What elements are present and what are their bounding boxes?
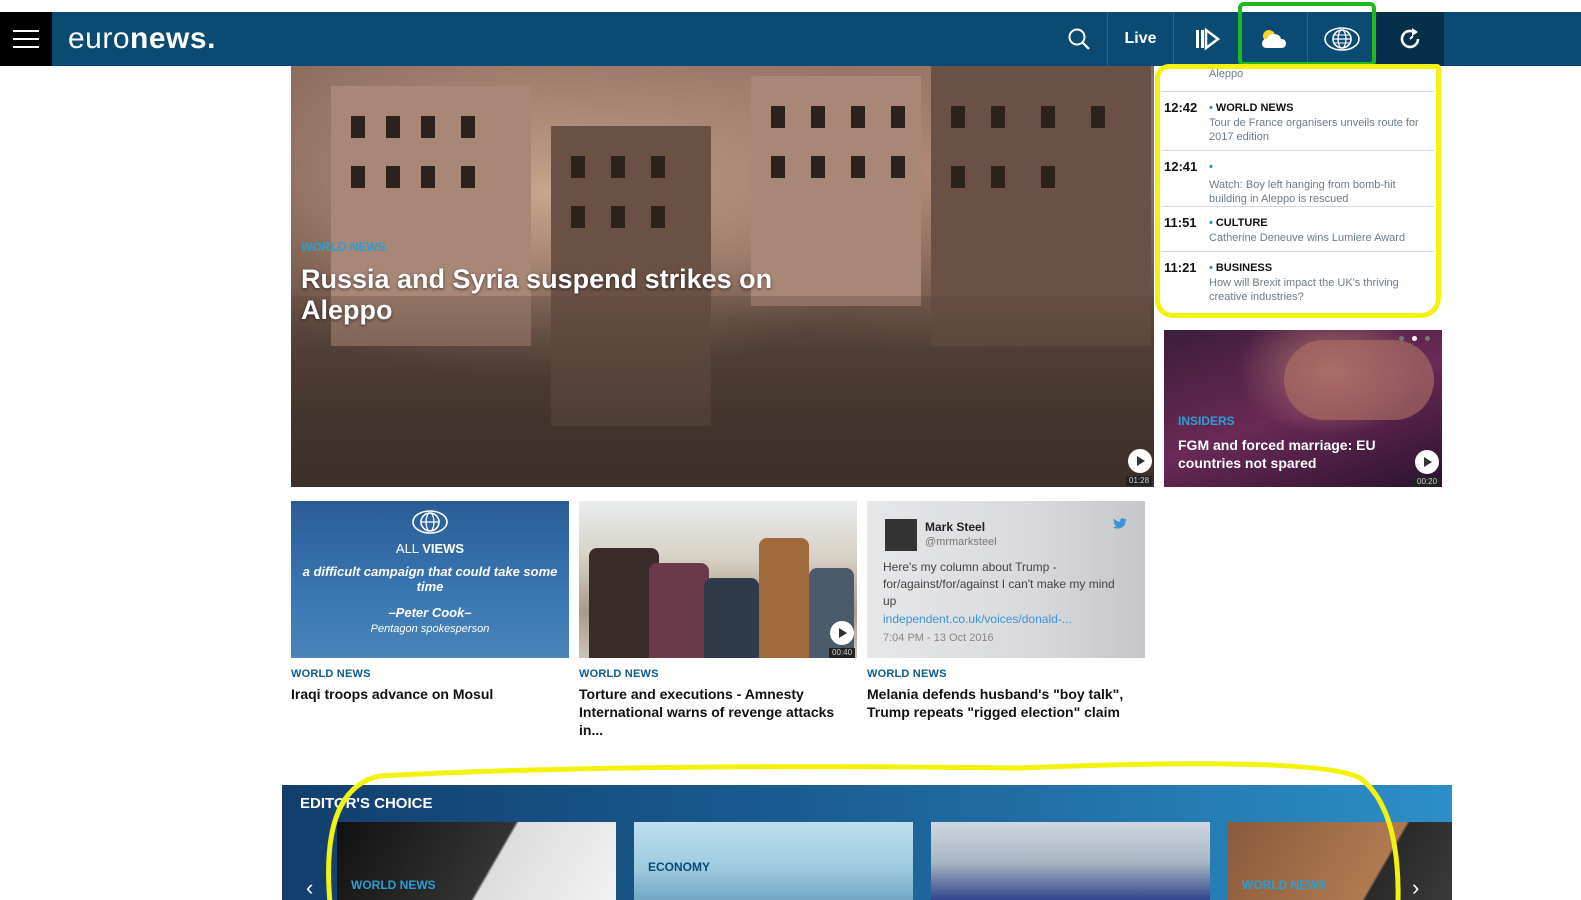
live-button[interactable]: Live xyxy=(1108,12,1174,66)
latest-item[interactable]: 12:41 Watch: Boy left hanging from bomb-… xyxy=(1162,150,1434,206)
editors-choice-section: EDITOR'S CHOICE WORLD NEWS ECONOMY WORLD… xyxy=(282,785,1452,900)
latest-item-time: 12:41 xyxy=(1164,159,1198,174)
refugee-photo-card[interactable]: 00:40 xyxy=(579,501,857,658)
hero-headline[interactable]: Russia and Syria suspend strikes on Alep… xyxy=(301,264,861,326)
feed-button[interactable] xyxy=(1174,12,1240,66)
latest-item-time: 11:51 xyxy=(1164,215,1197,230)
all-views-role: Pentagon spokesperson xyxy=(370,623,490,635)
latest-item-text: Catherine Deneuve wins Lumiere Award xyxy=(1209,232,1406,244)
story-caption[interactable]: WORLD NEWS Iraqi troops advance on Mosul xyxy=(291,668,561,703)
latest-item-text: How will Brexit impact the UK's thriving… xyxy=(1209,277,1399,303)
refresh-icon xyxy=(1400,28,1420,49)
editors-card[interactable]: ECONOMY xyxy=(634,822,913,900)
latest-item[interactable]: 11:51 CULTURE Catherine Deneuve wins Lum… xyxy=(1162,206,1434,250)
latest-item-overflow-text[interactable]: Aleppo xyxy=(1209,68,1243,80)
globe-icon xyxy=(412,510,448,534)
insiders-category[interactable]: INSIDERS xyxy=(1178,414,1235,428)
search-button[interactable] xyxy=(1050,12,1108,66)
menu-button[interactable] xyxy=(0,12,52,66)
euronews-logo[interactable]: euronews. xyxy=(68,20,216,58)
search-icon xyxy=(1068,28,1090,50)
latest-item-time: 11:21 xyxy=(1164,260,1197,275)
story-category[interactable]: WORLD NEWS xyxy=(579,668,849,680)
latest-item-category: CULTURE xyxy=(1209,217,1268,229)
hero-category[interactable]: WORLD NEWS xyxy=(301,240,386,254)
editors-card-category[interactable]: ECONOMY xyxy=(648,860,710,874)
tweet-author-name[interactable]: Mark Steel xyxy=(925,520,985,534)
menu-icon xyxy=(13,30,39,32)
story-caption[interactable]: WORLD NEWS Torture and executions - Amne… xyxy=(579,668,849,739)
feed-icon xyxy=(1195,27,1220,51)
story-headline[interactable]: Torture and executions - Amnesty Interna… xyxy=(579,685,849,739)
avatar[interactable] xyxy=(885,519,917,551)
tweet-author-handle[interactable]: @mrmarksteel xyxy=(925,536,997,548)
all-views-author: –Peter Cook– xyxy=(388,605,472,620)
carousel-prev-icon[interactable]: ‹ xyxy=(306,875,313,900)
tweet-timestamp[interactable]: 7:04 PM - 13 Oct 2016 xyxy=(883,632,994,644)
latest-item[interactable]: 12:42 WORLD NEWS Tour de France organise… xyxy=(1162,91,1434,151)
latest-item-category: BUSINESS xyxy=(1209,262,1272,274)
latest-item-category xyxy=(1209,161,1216,173)
weather-button[interactable] xyxy=(1240,12,1308,66)
play-icon[interactable] xyxy=(830,621,854,645)
carousel-next-icon[interactable]: › xyxy=(1412,875,1419,900)
latest-item-text: Watch: Boy left hanging from bomb-hit bu… xyxy=(1209,179,1396,205)
latest-item-category: WORLD NEWS xyxy=(1209,102,1294,114)
all-views-card[interactable]: ALL VIEWS a difficult campaign that coul… xyxy=(291,501,569,658)
story-category[interactable]: WORLD NEWS xyxy=(867,668,1137,680)
top-navigation-bar: euronews. Live xyxy=(0,12,1581,66)
header-actions: Live xyxy=(1050,12,1444,66)
story-headline[interactable]: Melania defends husband's "boy talk", Tr… xyxy=(867,685,1137,721)
tweet-link[interactable]: independent.co.uk/voices/donald-... xyxy=(883,612,1103,626)
editors-card[interactable] xyxy=(931,822,1210,900)
tweet-text: Here's my column about Trump - for/again… xyxy=(883,560,1115,608)
story-category[interactable]: WORLD NEWS xyxy=(291,668,561,680)
play-icon[interactable] xyxy=(1415,450,1439,474)
video-duration: 00:20 xyxy=(1414,477,1441,487)
insiders-headline[interactable]: FGM and forced marriage: EU countries no… xyxy=(1178,436,1408,472)
globe-icon xyxy=(1323,27,1360,51)
section-title: EDITOR'S CHOICE xyxy=(300,795,433,812)
story-caption[interactable]: WORLD NEWS Melania defends husband's "bo… xyxy=(867,668,1137,721)
story-headline[interactable]: Iraqi troops advance on Mosul xyxy=(291,685,561,703)
play-icon[interactable] xyxy=(1128,449,1152,473)
twitter-bird-icon[interactable] xyxy=(1113,518,1127,530)
hands-image xyxy=(1284,340,1434,420)
video-duration: 01:28 xyxy=(1126,476,1153,486)
latest-news-list: Aleppo 12:42 WORLD NEWS Tour de France o… xyxy=(1160,66,1442,303)
editors-card[interactable]: WORLD NEWS xyxy=(337,822,616,900)
latest-item-text: Tour de France organisers unveils route … xyxy=(1209,117,1419,143)
video-duration: 00:40 xyxy=(829,648,856,658)
all-views-label: ALL VIEWS xyxy=(395,541,465,556)
carousel-dots[interactable] xyxy=(1399,336,1430,341)
globe-button[interactable] xyxy=(1308,12,1376,66)
latest-item[interactable]: 11:21 BUSINESS How will Brexit impact th… xyxy=(1162,251,1434,303)
editors-card-category[interactable]: WORLD NEWS xyxy=(351,878,436,892)
all-views-quote: a difficult campaign that could take som… xyxy=(302,564,558,594)
editors-card-category[interactable]: WORLD NEWS xyxy=(1242,878,1327,892)
hero-story[interactable]: WORLD NEWS Russia and Syria suspend stri… xyxy=(291,66,1154,487)
weather-icon xyxy=(1261,30,1286,48)
refresh-button[interactable] xyxy=(1376,12,1444,66)
latest-item-time: 12:42 xyxy=(1164,100,1198,115)
insiders-story-card[interactable]: INSIDERS FGM and forced marriage: EU cou… xyxy=(1164,330,1442,487)
tweet-card[interactable]: Mark Steel @mrmarksteel Here's my column… xyxy=(867,501,1145,658)
